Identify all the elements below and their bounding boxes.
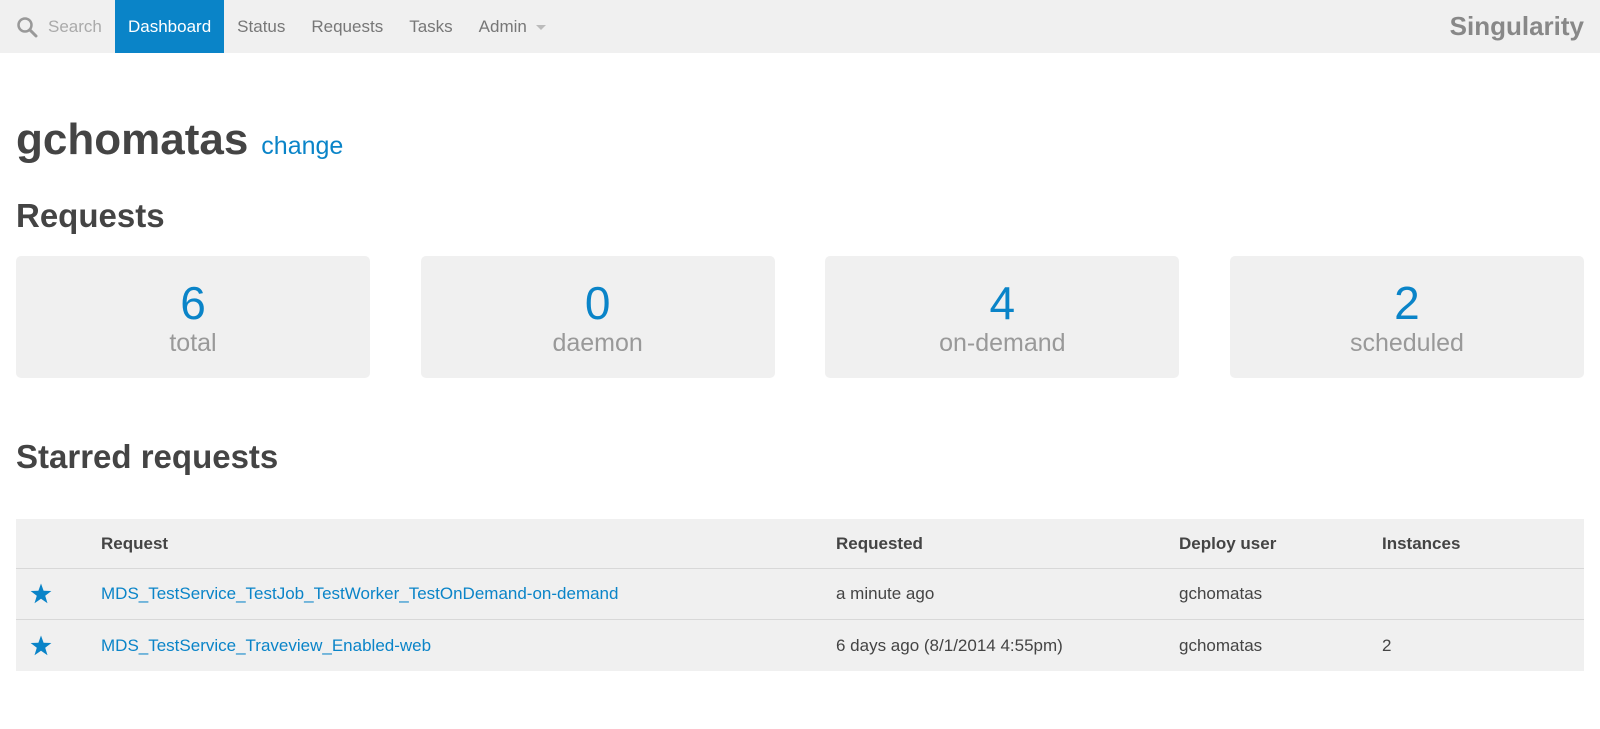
stat-label: scheduled xyxy=(1349,329,1464,357)
requests-title: Requests xyxy=(16,197,165,234)
navbar: Dashboard Status Requests Tasks Admin Si… xyxy=(0,0,1600,53)
main-content: gchomatas change Requests 6 total 0 daem… xyxy=(0,115,1600,671)
chevron-down-icon xyxy=(535,25,546,30)
stat-label: on-demand xyxy=(939,329,1066,357)
search-input[interactable] xyxy=(48,16,112,37)
header-deploy-user[interactable]: Deploy user xyxy=(1179,534,1382,554)
nav-admin[interactable]: Admin xyxy=(466,0,559,53)
request-stats: 6 total 0 daemon 4 on-demand 2 scheduled xyxy=(16,256,1584,378)
table-header: Request Requested Deploy user Instances xyxy=(16,519,1584,569)
request-cell: MDS_TestService_Traveview_Enabled-web xyxy=(101,636,836,656)
stat-scheduled[interactable]: 2 scheduled xyxy=(1229,256,1584,378)
requested-cell: a minute ago xyxy=(836,584,935,603)
stat-total[interactable]: 6 total xyxy=(16,256,370,378)
starred-requests-table: Request Requested Deploy user Instances … xyxy=(16,519,1584,671)
nav-requests[interactable]: Requests xyxy=(298,0,396,53)
star-toggle[interactable] xyxy=(16,582,101,606)
star-icon[interactable] xyxy=(29,634,53,658)
header-request[interactable]: Request xyxy=(101,534,836,554)
requested-cell: 6 days ago (8/1/2014 4:55pm) xyxy=(836,635,1063,655)
stat-value: 0 xyxy=(584,277,611,329)
header-instances[interactable]: Instances xyxy=(1382,534,1584,554)
request-link[interactable]: MDS_TestService_TestJob_TestWorker_TestO… xyxy=(101,584,618,603)
header-requested[interactable]: Requested xyxy=(836,534,1179,554)
deploy-user-cell: gchomatas xyxy=(1179,584,1263,603)
stat-value: 2 xyxy=(1394,277,1420,329)
deploy-user-cell: gchomatas xyxy=(1179,635,1263,655)
username: gchomatas xyxy=(16,115,249,164)
search-icon[interactable] xyxy=(16,16,38,38)
star-toggle[interactable] xyxy=(16,634,101,658)
nav-admin-label: Admin xyxy=(478,16,527,36)
nav-dashboard[interactable]: Dashboard xyxy=(115,0,225,53)
star-icon[interactable] xyxy=(29,582,53,606)
stat-label: daemon xyxy=(552,329,643,357)
search-box[interactable] xyxy=(0,0,115,53)
request-cell: MDS_TestService_TestJob_TestWorker_TestO… xyxy=(101,584,836,604)
stat-value: 6 xyxy=(180,277,206,329)
instances-cell: 2 xyxy=(1382,635,1392,655)
request-link[interactable]: MDS_TestService_Traveview_Enabled-web xyxy=(101,636,431,655)
stat-on-demand[interactable]: 4 on-demand xyxy=(825,256,1180,378)
stat-value: 4 xyxy=(989,277,1016,329)
table-row: MDS_TestService_Traveview_Enabled-web 6 … xyxy=(16,620,1584,671)
stat-label: total xyxy=(169,329,217,357)
change-user-link[interactable]: change xyxy=(261,132,343,161)
nav-tasks[interactable]: Tasks xyxy=(396,0,465,53)
brand-logo[interactable]: Singularity xyxy=(1450,0,1584,53)
table-row: MDS_TestService_TestJob_TestWorker_TestO… xyxy=(16,569,1584,620)
starred-title: Starred requests xyxy=(16,438,279,475)
stat-daemon[interactable]: 0 daemon xyxy=(420,256,775,378)
nav-status[interactable]: Status xyxy=(224,0,298,53)
user-heading: gchomatas change xyxy=(16,115,1584,173)
